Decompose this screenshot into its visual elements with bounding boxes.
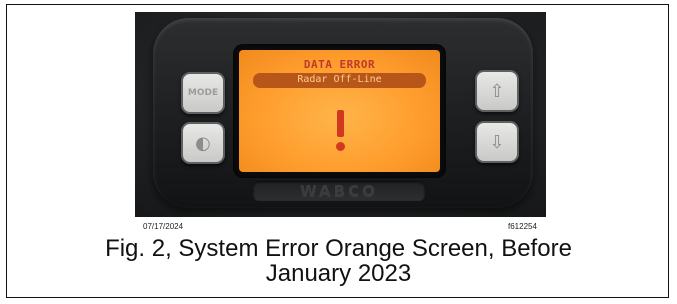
screen-bezel: DATA ERROR Radar Off-Line bbox=[233, 44, 446, 178]
mode-button: MODE bbox=[181, 72, 225, 114]
brightness-icon: ◐ bbox=[195, 132, 211, 154]
up-arrow-icon: ⇧ bbox=[489, 80, 505, 102]
exclamation-icon bbox=[337, 110, 344, 137]
caption-line-1: Fig. 2, System Error Orange Screen, Befo… bbox=[105, 235, 572, 262]
device-photo: MODE ◐ DATA ERROR Radar Off-Line ⇧ ⇩ WAB… bbox=[135, 12, 546, 217]
down-button: ⇩ bbox=[475, 121, 519, 163]
figure-caption: Fig. 2, System Error Orange Screen, Befo… bbox=[0, 236, 677, 286]
display-unit: MODE ◐ DATA ERROR Radar Off-Line ⇧ ⇩ WAB… bbox=[153, 18, 533, 208]
screen-title: DATA ERROR bbox=[303, 58, 376, 71]
up-button: ⇧ bbox=[475, 70, 519, 112]
exclamation-dot bbox=[336, 142, 345, 151]
brightness-button: ◐ bbox=[181, 122, 225, 164]
brand-logo: WABCO bbox=[253, 181, 425, 201]
mode-label: MODE bbox=[187, 88, 219, 98]
caption-line-2: January 2023 bbox=[265, 260, 412, 287]
screen-subtitle: Radar Off-Line bbox=[297, 74, 382, 85]
figure-date: 07/17/2024 bbox=[143, 222, 184, 231]
down-arrow-icon: ⇩ bbox=[489, 131, 505, 153]
figure-ref-code: f612254 bbox=[508, 222, 537, 231]
orange-screen: DATA ERROR Radar Off-Line bbox=[239, 50, 440, 172]
